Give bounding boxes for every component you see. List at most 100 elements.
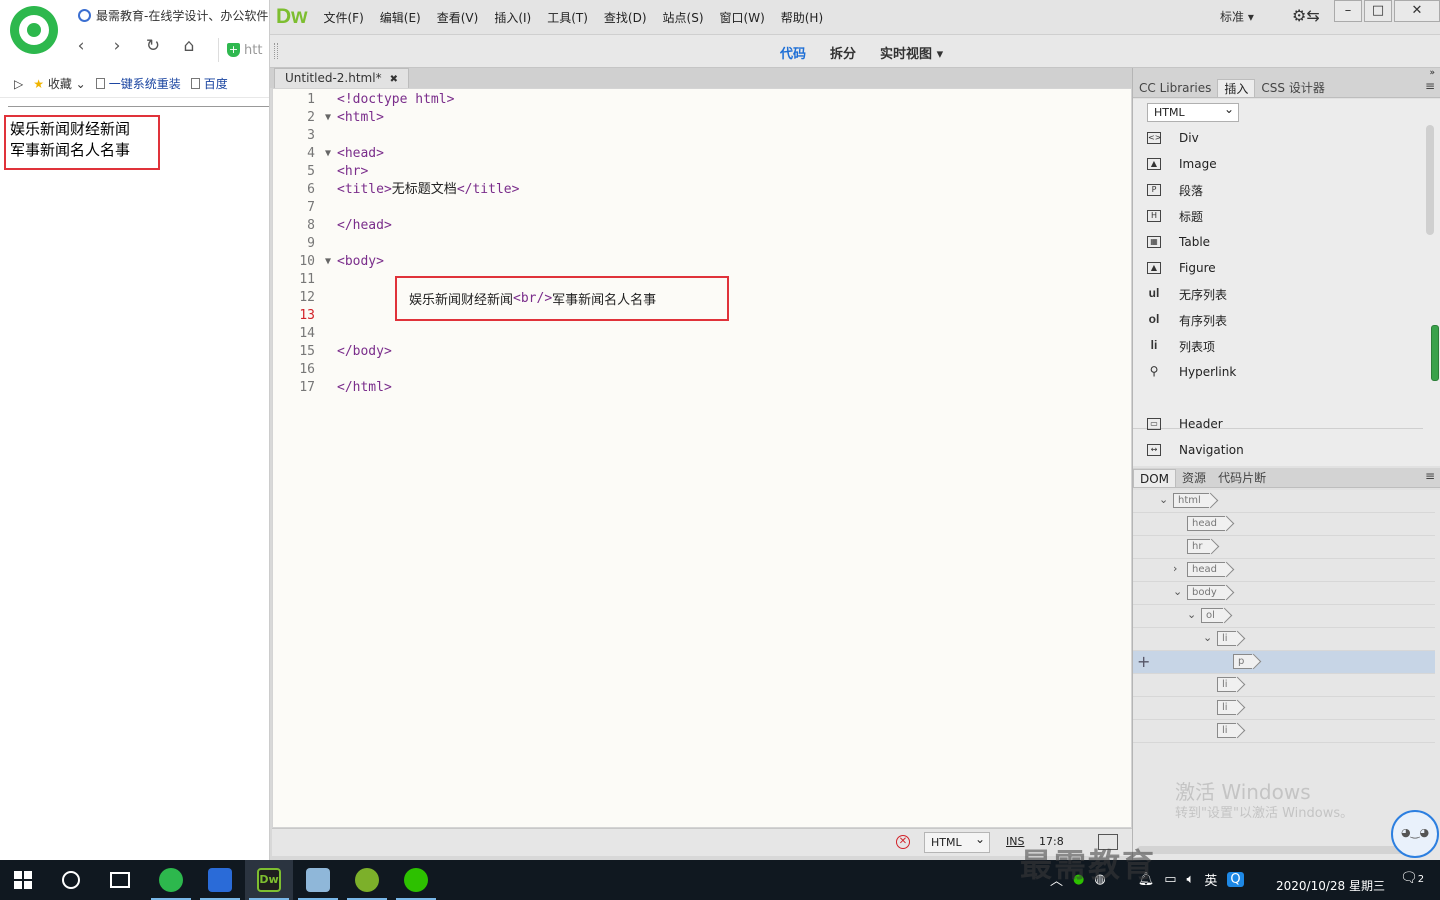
- live-view-button[interactable]: 实时视图 ▾: [880, 43, 943, 62]
- collapse-panels-icon[interactable]: »: [1133, 68, 1440, 78]
- scroll-thumb[interactable]: [1426, 125, 1434, 235]
- fold-toggle-icon[interactable]: ▼: [325, 109, 331, 127]
- windows-start-icon[interactable]: [14, 871, 32, 889]
- search-icon[interactable]: [62, 871, 80, 889]
- fold-toggle-icon[interactable]: ▼: [325, 253, 331, 271]
- brand-mascot-icon[interactable]: [1391, 810, 1439, 858]
- browser-logo-icon[interactable]: [10, 6, 58, 54]
- back-icon[interactable]: ‹: [70, 36, 92, 56]
- code-line: </head>: [337, 218, 392, 233]
- error-icon[interactable]: ✕: [896, 835, 910, 849]
- insert-paragraph[interactable]: P 段落: [1133, 177, 1423, 203]
- taskbar-browser[interactable]: [147, 860, 195, 900]
- forward-icon[interactable]: ›: [106, 36, 128, 56]
- tab-cc-libraries[interactable]: CC Libraries: [1133, 79, 1217, 97]
- panel-menu-icon[interactable]: ≡: [1425, 79, 1435, 93]
- minimize-button[interactable]: –: [1334, 0, 1362, 22]
- dom-node-li[interactable]: li: [1133, 697, 1435, 720]
- dom-node-li[interactable]: li: [1133, 720, 1435, 743]
- insert-image[interactable]: ▲ Image: [1133, 151, 1423, 177]
- clock[interactable]: 2020/10/28 星期三: [1276, 864, 1385, 894]
- doc-tab-untitled-2[interactable]: Untitled-2.html* ✖: [274, 68, 409, 88]
- language-select[interactable]: HTML: [924, 830, 990, 853]
- browser-tab[interactable]: 最需教育-在线学设计、办公软件: [78, 4, 269, 26]
- menu-view[interactable]: 查看(V): [437, 9, 479, 26]
- insert-div[interactable]: <> Div: [1133, 125, 1423, 151]
- toolbar-grip[interactable]: [274, 43, 278, 59]
- dom-node-html[interactable]: ⌄ html: [1133, 490, 1435, 513]
- collapse-icon[interactable]: ⌄: [1173, 585, 1182, 598]
- tab-css-designer[interactable]: CSS 设计器: [1255, 79, 1330, 97]
- dom-node-li[interactable]: ⌄ li: [1133, 628, 1435, 651]
- refresh-icon[interactable]: ↻: [142, 36, 164, 56]
- taskbar-wechat[interactable]: [392, 860, 440, 900]
- code-line: </body>: [337, 344, 392, 359]
- insert-header[interactable]: ▭ Header: [1133, 411, 1423, 437]
- dom-node-ol[interactable]: ⌄ ol: [1133, 605, 1435, 628]
- menu-edit[interactable]: 编辑(E): [380, 9, 421, 26]
- collapse-icon[interactable]: ⌄: [1203, 631, 1212, 644]
- dom-node-head[interactable]: head: [1133, 513, 1435, 536]
- workspace-switcher[interactable]: 标准 ▾: [1220, 8, 1254, 25]
- menu-insert[interactable]: 插入(I): [494, 9, 531, 26]
- menu-help[interactable]: 帮助(H): [781, 9, 823, 26]
- code-view-button[interactable]: 代码: [780, 43, 806, 62]
- fold-toggle-icon[interactable]: ▼: [325, 145, 331, 163]
- side-handle[interactable]: [1431, 325, 1439, 381]
- bookmark-label: 百度: [203, 77, 228, 91]
- volume-icon[interactable]: 🔈︎: [1187, 872, 1195, 887]
- tab-assets[interactable]: 资源: [1176, 469, 1212, 487]
- task-view-icon[interactable]: [110, 872, 130, 888]
- taskbar-wps[interactable]: [196, 860, 244, 900]
- insert-heading[interactable]: H 标题: [1133, 203, 1423, 229]
- insert-category-select[interactable]: HTML: [1147, 101, 1239, 122]
- menu-window[interactable]: 窗口(W): [720, 9, 765, 26]
- home-icon[interactable]: ⌂: [178, 36, 200, 56]
- insert-figure[interactable]: ▲ Figure: [1133, 255, 1423, 281]
- split-view-button[interactable]: 拆分: [830, 43, 856, 62]
- bookmark-reinstall[interactable]: 一键系统重装: [95, 75, 181, 92]
- menu-file[interactable]: 文件(F): [324, 9, 364, 26]
- favorites-button[interactable]: ★ 收藏 ⌄: [33, 75, 85, 92]
- code-editor[interactable]: 1 2 ▼ 3 4 ▼ 5 6 7 8 9 10 ▼ 11 12 13 14 15 1…: [272, 88, 1132, 828]
- ime-indicator[interactable]: 英: [1204, 870, 1217, 889]
- network-icon[interactable]: ▭: [1164, 872, 1176, 887]
- insert-ordered-list[interactable]: ol 有序列表: [1133, 307, 1423, 333]
- address-bar[interactable]: + htt: [218, 38, 269, 62]
- taskbar-notepad[interactable]: [294, 860, 342, 900]
- ol-icon: ol: [1148, 312, 1160, 326]
- dom-node-p-selected[interactable]: + p: [1133, 651, 1435, 674]
- collapse-icon[interactable]: ⌄: [1159, 493, 1168, 506]
- close-tab-icon[interactable]: ✖: [390, 74, 398, 85]
- sync-settings-icon[interactable]: ⚙⇆: [1292, 6, 1320, 25]
- menu-find[interactable]: 查找(D): [604, 9, 647, 26]
- insert-navigation[interactable]: ↔ Navigation: [1133, 437, 1423, 463]
- expand-icon[interactable]: ›: [1173, 562, 1177, 575]
- tab-insert[interactable]: 插入: [1217, 79, 1256, 97]
- menu-site[interactable]: 站点(S): [663, 9, 704, 26]
- tab-dom[interactable]: DOM: [1133, 469, 1177, 487]
- collapse-icon[interactable]: ⌄: [1187, 608, 1196, 621]
- insert-unordered-list[interactable]: ul 无序列表: [1133, 281, 1423, 307]
- dom-node-hr[interactable]: hr: [1133, 536, 1435, 559]
- taskbar-melon-app[interactable]: [343, 860, 391, 900]
- dom-node-body[interactable]: ⌄ body: [1133, 582, 1435, 605]
- bookmark-baidu[interactable]: 百度: [190, 75, 228, 92]
- insert-scrollbar[interactable]: [1425, 121, 1435, 441]
- taskbar-dreamweaver[interactable]: Dw: [245, 860, 293, 900]
- insert-list-item[interactable]: li 列表项: [1133, 333, 1423, 359]
- dom-node-li[interactable]: li: [1133, 674, 1435, 697]
- insert-hyperlink[interactable]: ⚲ Hyperlink: [1133, 359, 1423, 385]
- panel-menu-icon[interactable]: ≡: [1425, 469, 1435, 483]
- menu-tools[interactable]: 工具(T): [547, 9, 588, 26]
- qq-input-icon[interactable]: Q: [1227, 872, 1244, 887]
- sidebar-toggle-icon[interactable]: ▷: [14, 77, 23, 91]
- maximize-button[interactable]: □: [1364, 0, 1392, 22]
- dom-node-head[interactable]: › head: [1133, 559, 1435, 582]
- dom-hscrollbar[interactable]: [1137, 846, 1407, 854]
- tab-snippets[interactable]: 代码片断: [1212, 469, 1272, 487]
- insert-table[interactable]: ▦ Table: [1133, 229, 1423, 255]
- close-button[interactable]: ✕: [1394, 0, 1440, 22]
- action-center[interactable]: 🗨︎2: [1400, 870, 1424, 886]
- add-element-icon[interactable]: +: [1137, 652, 1150, 671]
